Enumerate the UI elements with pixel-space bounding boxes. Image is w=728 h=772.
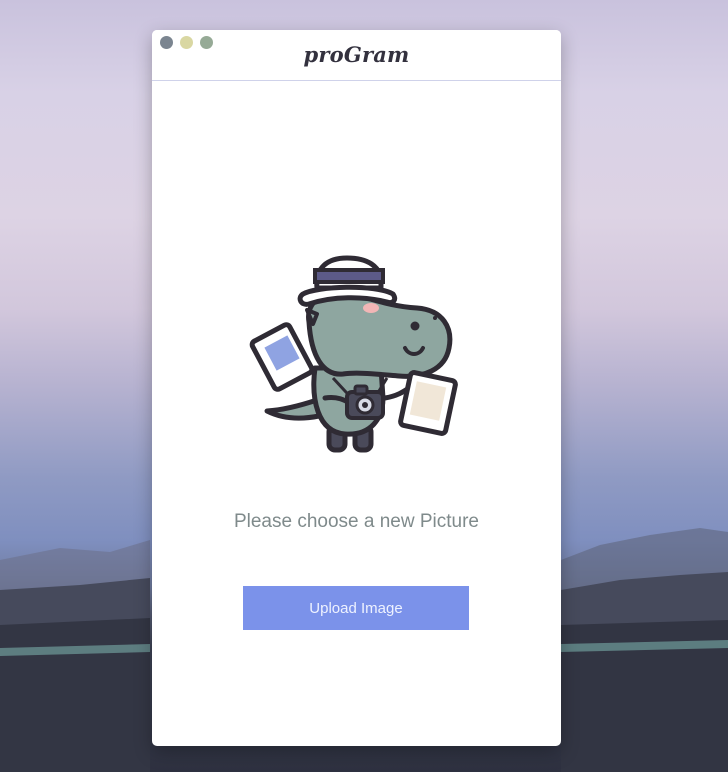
main-content: Please choose a new Picture Upload Image (152, 81, 561, 746)
photo-card-right-icon (398, 370, 458, 436)
app-window: proGram Please choose a new Picture Uplo… (152, 30, 561, 746)
titlebar: proGram (152, 30, 561, 81)
bucket-hat-icon (297, 255, 398, 307)
upload-image-button[interactable]: Upload Image (243, 586, 469, 630)
choose-picture-prompt: Please choose a new Picture (233, 511, 480, 532)
app-title: proGram (303, 42, 410, 67)
photo-card-left-icon (249, 322, 315, 392)
camera-icon (345, 384, 385, 420)
dinosaur-photographer-illustration (249, 255, 458, 453)
